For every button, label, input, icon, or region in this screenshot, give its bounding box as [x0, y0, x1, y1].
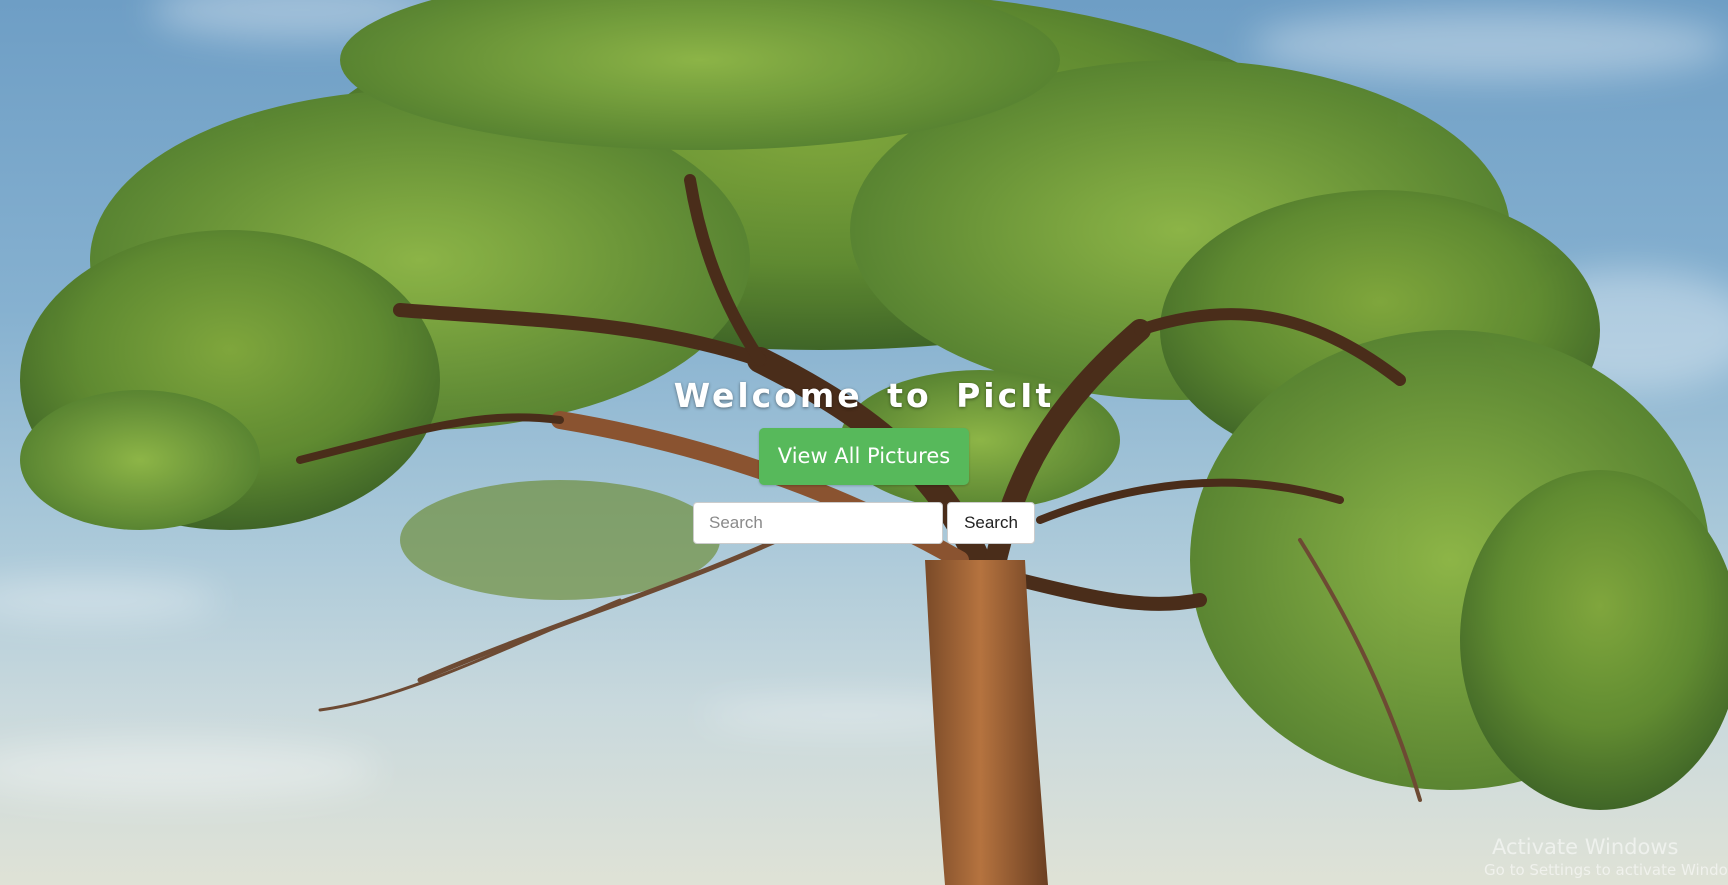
trunk — [925, 560, 1048, 885]
page-title: Welcome to PicIt — [673, 376, 1055, 415]
search-form: Search — [0, 502, 1728, 544]
watermark-title: Activate Windows — [1492, 835, 1679, 859]
search-input[interactable] — [693, 502, 943, 544]
view-all-pictures-button[interactable]: View All Pictures — [759, 428, 969, 485]
activate-windows-watermark: Activate Windows Go to Settings to activ… — [1484, 834, 1728, 880]
landing-page: Welcome to PicIt View All Pictures Searc… — [0, 0, 1728, 885]
hero-section: Welcome to PicIt View All Pictures Searc… — [0, 372, 1728, 544]
search-button[interactable]: Search — [947, 502, 1035, 544]
watermark-subtitle: Go to Settings to activate Windows. — [1484, 861, 1728, 879]
